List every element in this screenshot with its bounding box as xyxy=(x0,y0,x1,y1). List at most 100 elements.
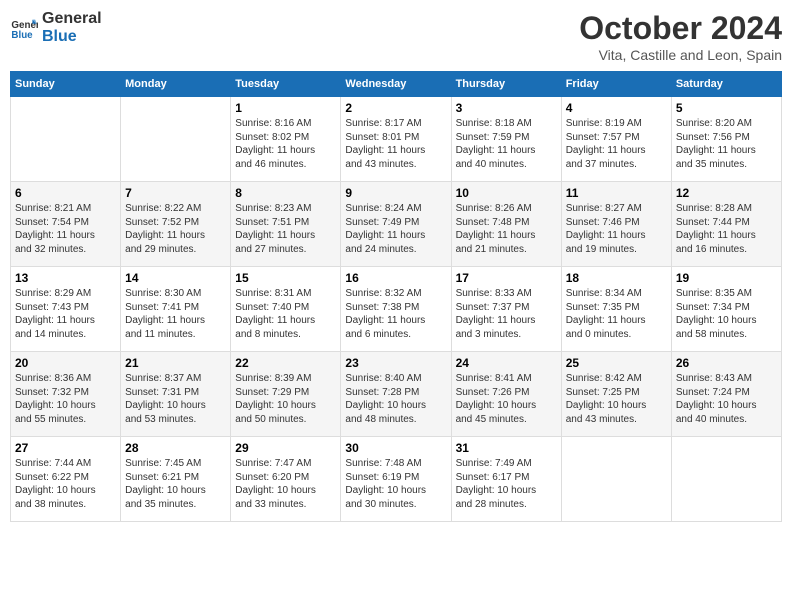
day-info: Sunrise: 7:45 AM Sunset: 6:21 PM Dayligh… xyxy=(125,457,226,511)
day-info: Sunrise: 8:34 AM Sunset: 7:35 PM Dayligh… xyxy=(566,287,667,341)
calendar-week-4: 20Sunrise: 8:36 AM Sunset: 7:32 PM Dayli… xyxy=(11,352,782,437)
day-info: Sunrise: 7:49 AM Sunset: 6:17 PM Dayligh… xyxy=(456,457,557,511)
logo-icon: General Blue xyxy=(10,14,38,42)
header-saturday: Saturday xyxy=(671,72,781,97)
day-number: 14 xyxy=(125,271,226,285)
calendar-cell: 13Sunrise: 8:29 AM Sunset: 7:43 PM Dayli… xyxy=(11,267,121,352)
calendar-cell: 3 Sunrise: 8:18 AM Sunset: 7:59 PM Daylig… xyxy=(451,97,561,182)
day-info: Sunrise: 8:40 AM Sunset: 7:28 PM Dayligh… xyxy=(345,372,446,426)
calendar-cell: 15Sunrise: 8:31 AM Sunset: 7:40 PM Dayli… xyxy=(231,267,341,352)
calendar-cell: 10 Sunrise: 8:26 AM Sunset: 7:48 PM Dayli… xyxy=(451,182,561,267)
day-info: Sunrise: 8:43 AM Sunset: 7:24 PM Dayligh… xyxy=(676,372,777,426)
header-wednesday: Wednesday xyxy=(341,72,451,97)
day-info: Sunrise: 8:17 AM Sunset: 8:01 PM Dayligh… xyxy=(345,117,446,171)
location-subtitle: Vita, Castille and Leon, Spain xyxy=(579,47,782,63)
calendar-cell: 28 Sunrise: 7:45 AM Sunset: 6:21 PM Dayli… xyxy=(121,437,231,522)
day-number: 28 xyxy=(125,441,226,455)
calendar-week-2: 6 Sunrise: 8:21 AM Sunset: 7:54 PM Daylig… xyxy=(11,182,782,267)
day-info: Sunrise: 8:27 AM Sunset: 7:46 PM Dayligh… xyxy=(566,202,667,256)
day-number: 11 xyxy=(566,186,667,200)
calendar-cell: 31 Sunrise: 7:49 AM Sunset: 6:17 PM Dayli… xyxy=(451,437,561,522)
calendar-cell: 24Sunrise: 8:41 AM Sunset: 7:26 PM Dayli… xyxy=(451,352,561,437)
calendar-cell: 16 Sunrise: 8:32 AM Sunset: 7:38 PM Dayli… xyxy=(341,267,451,352)
calendar-cell: 11 Sunrise: 8:27 AM Sunset: 7:46 PM Dayli… xyxy=(561,182,671,267)
day-number: 7 xyxy=(125,186,226,200)
day-info: Sunrise: 8:26 AM Sunset: 7:48 PM Dayligh… xyxy=(456,202,557,256)
day-info: Sunrise: 8:30 AM Sunset: 7:41 PM Dayligh… xyxy=(125,287,226,341)
day-number: 10 xyxy=(456,186,557,200)
day-number: 13 xyxy=(15,271,116,285)
day-number: 2 xyxy=(345,101,446,115)
day-number: 23 xyxy=(345,356,446,370)
month-title: October 2024 xyxy=(579,10,782,47)
calendar-cell: 21 Sunrise: 8:37 AM Sunset: 7:31 PM Dayli… xyxy=(121,352,231,437)
calendar-cell: 19 Sunrise: 8:35 AM Sunset: 7:34 PM Dayli… xyxy=(671,267,781,352)
day-number: 1 xyxy=(235,101,336,115)
day-number: 21 xyxy=(125,356,226,370)
day-info: Sunrise: 8:33 AM Sunset: 7:37 PM Dayligh… xyxy=(456,287,557,341)
calendar-cell: 9Sunrise: 8:24 AM Sunset: 7:49 PM Daylig… xyxy=(341,182,451,267)
calendar-cell: 14 Sunrise: 8:30 AM Sunset: 7:41 PM Dayli… xyxy=(121,267,231,352)
calendar-cell: 29 Sunrise: 7:47 AM Sunset: 6:20 PM Dayli… xyxy=(231,437,341,522)
calendar-cell: 26Sunrise: 8:43 AM Sunset: 7:24 PM Dayli… xyxy=(671,352,781,437)
calendar-cell: 4Sunrise: 8:19 AM Sunset: 7:57 PM Daylig… xyxy=(561,97,671,182)
page-header: General Blue General Blue October 2024 V… xyxy=(10,10,782,63)
day-info: Sunrise: 8:24 AM Sunset: 7:49 PM Dayligh… xyxy=(345,202,446,256)
day-info: Sunrise: 8:31 AM Sunset: 7:40 PM Dayligh… xyxy=(235,287,336,341)
day-number: 8 xyxy=(235,186,336,200)
day-number: 16 xyxy=(345,271,446,285)
calendar-week-5: 27 Sunrise: 7:44 AM Sunset: 6:22 PM Dayli… xyxy=(11,437,782,522)
day-number: 27 xyxy=(15,441,116,455)
day-number: 12 xyxy=(676,186,777,200)
calendar-week-3: 13Sunrise: 8:29 AM Sunset: 7:43 PM Dayli… xyxy=(11,267,782,352)
header-friday: Friday xyxy=(561,72,671,97)
day-info: Sunrise: 8:16 AM Sunset: 8:02 PM Dayligh… xyxy=(235,117,336,171)
logo-blue: Blue xyxy=(42,28,102,46)
day-number: 4 xyxy=(566,101,667,115)
header-tuesday: Tuesday xyxy=(231,72,341,97)
day-number: 25 xyxy=(566,356,667,370)
day-number: 18 xyxy=(566,271,667,285)
day-info: Sunrise: 8:37 AM Sunset: 7:31 PM Dayligh… xyxy=(125,372,226,426)
day-info: Sunrise: 8:22 AM Sunset: 7:52 PM Dayligh… xyxy=(125,202,226,256)
day-number: 22 xyxy=(235,356,336,370)
day-number: 24 xyxy=(456,356,557,370)
day-info: Sunrise: 7:48 AM Sunset: 6:19 PM Dayligh… xyxy=(345,457,446,511)
day-number: 29 xyxy=(235,441,336,455)
calendar-cell: 8 Sunrise: 8:23 AM Sunset: 7:51 PM Daylig… xyxy=(231,182,341,267)
logo: General Blue General Blue xyxy=(10,10,102,45)
day-number: 17 xyxy=(456,271,557,285)
day-info: Sunrise: 8:23 AM Sunset: 7:51 PM Dayligh… xyxy=(235,202,336,256)
day-info: Sunrise: 7:44 AM Sunset: 6:22 PM Dayligh… xyxy=(15,457,116,511)
day-number: 5 xyxy=(676,101,777,115)
day-info: Sunrise: 8:36 AM Sunset: 7:32 PM Dayligh… xyxy=(15,372,116,426)
day-info: Sunrise: 8:18 AM Sunset: 7:59 PM Dayligh… xyxy=(456,117,557,171)
calendar-cell xyxy=(11,97,121,182)
calendar-cell: 20Sunrise: 8:36 AM Sunset: 7:32 PM Dayli… xyxy=(11,352,121,437)
header-sunday: Sunday xyxy=(11,72,121,97)
calendar-cell: 27 Sunrise: 7:44 AM Sunset: 6:22 PM Dayli… xyxy=(11,437,121,522)
day-info: Sunrise: 8:21 AM Sunset: 7:54 PM Dayligh… xyxy=(15,202,116,256)
svg-text:Blue: Blue xyxy=(11,29,33,40)
day-number: 3 xyxy=(456,101,557,115)
calendar-table: SundayMondayTuesdayWednesdayThursdayFrid… xyxy=(10,71,782,522)
day-number: 19 xyxy=(676,271,777,285)
calendar-cell: 2 Sunrise: 8:17 AM Sunset: 8:01 PM Daylig… xyxy=(341,97,451,182)
day-number: 31 xyxy=(456,441,557,455)
day-info: Sunrise: 8:42 AM Sunset: 7:25 PM Dayligh… xyxy=(566,372,667,426)
calendar-cell xyxy=(121,97,231,182)
day-number: 6 xyxy=(15,186,116,200)
calendar-cell: 30Sunrise: 7:48 AM Sunset: 6:19 PM Dayli… xyxy=(341,437,451,522)
calendar-cell: 23 Sunrise: 8:40 AM Sunset: 7:28 PM Dayli… xyxy=(341,352,451,437)
day-info: Sunrise: 7:47 AM Sunset: 6:20 PM Dayligh… xyxy=(235,457,336,511)
calendar-cell: 1 Sunrise: 8:16 AM Sunset: 8:02 PM Daylig… xyxy=(231,97,341,182)
day-info: Sunrise: 8:32 AM Sunset: 7:38 PM Dayligh… xyxy=(345,287,446,341)
logo-general: General xyxy=(42,10,102,28)
calendar-week-1: 1 Sunrise: 8:16 AM Sunset: 8:02 PM Daylig… xyxy=(11,97,782,182)
calendar-cell: 12 Sunrise: 8:28 AM Sunset: 7:44 PM Dayli… xyxy=(671,182,781,267)
day-info: Sunrise: 8:28 AM Sunset: 7:44 PM Dayligh… xyxy=(676,202,777,256)
title-area: October 2024 Vita, Castille and Leon, Sp… xyxy=(579,10,782,63)
calendar-cell: 25 Sunrise: 8:42 AM Sunset: 7:25 PM Dayli… xyxy=(561,352,671,437)
calendar-header-row: SundayMondayTuesdayWednesdayThursdayFrid… xyxy=(11,72,782,97)
day-info: Sunrise: 8:35 AM Sunset: 7:34 PM Dayligh… xyxy=(676,287,777,341)
